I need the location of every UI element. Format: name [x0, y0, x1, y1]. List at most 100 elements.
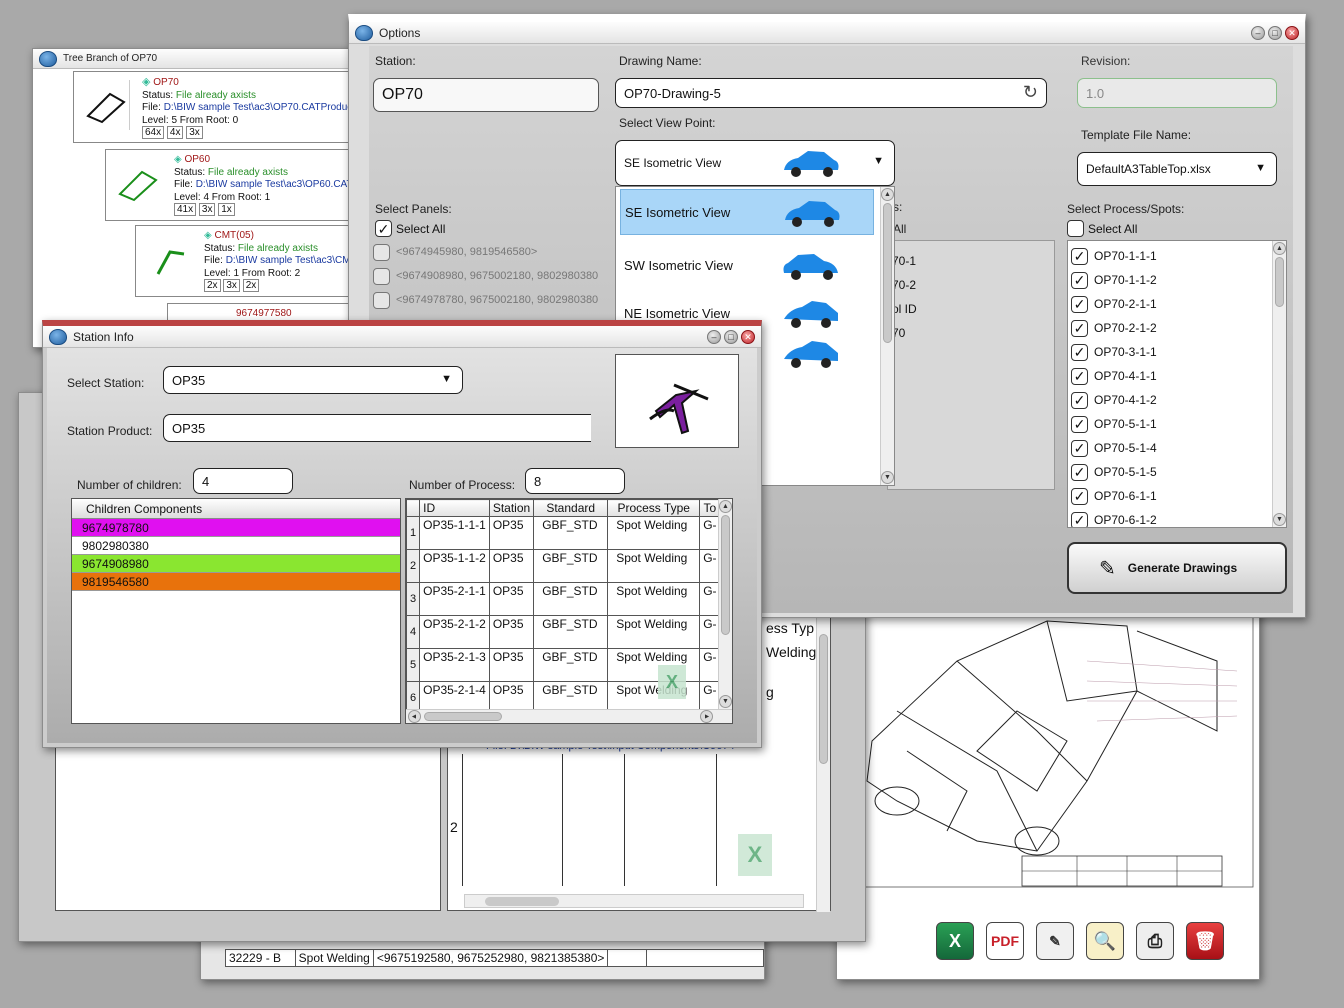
process-list-item[interactable]: ✓ OP70-1-1-1	[1071, 244, 1271, 268]
checkbox-checked[interactable]: ✓	[1071, 367, 1088, 385]
delete-icon: 🗑	[1193, 930, 1217, 951]
chevron-down-icon: ▼	[873, 155, 884, 167]
process-list-item[interactable]: ✓ OP70-5-1-5	[1071, 460, 1271, 484]
checkbox-unchecked[interactable]	[1067, 220, 1084, 237]
station-field[interactable]: OP70	[373, 78, 599, 112]
back-vertical-scrollbar[interactable]	[816, 614, 830, 912]
children-list-item[interactable]: 9674908980	[72, 555, 400, 573]
car-body-drawing	[838, 604, 1254, 888]
table-row[interactable]: 3 OP35-2-1-1 OP35 GBF_STD Spot Welding G-	[406, 582, 721, 616]
list-item[interactable]: <9674978780, 9675002180, 9802980380	[373, 288, 615, 312]
checkbox-checked[interactable]: ✓	[1071, 271, 1088, 289]
table-cell: OP35	[488, 549, 535, 583]
process-table-vscroll[interactable]: ▲ ▼	[718, 499, 732, 709]
delete-button[interactable]: 🗑	[1186, 922, 1224, 960]
process-list-item[interactable]: ✓ OP70-1-1-2	[1071, 268, 1271, 292]
column-header[interactable]: ID	[419, 499, 490, 517]
refresh-icon[interactable]: ↻	[1023, 82, 1038, 103]
process-list-item[interactable]: ✓ OP70-6-1-1	[1071, 484, 1271, 508]
process-list: ✓ OP70-1-1-1 ✓ OP70-1-1-2 ✓ OP70-2-1-1 ✓ OP70-2…	[1067, 240, 1287, 528]
checkbox-checked[interactable]: ✓	[1071, 295, 1088, 313]
checkbox-checked[interactable]: ✓	[1071, 415, 1088, 433]
process-select-all[interactable]: Select All	[1067, 220, 1137, 237]
drawing-name-input[interactable]: OP70-Drawing-5 ↻	[615, 78, 1047, 108]
minimize-button[interactable]: –	[1251, 26, 1265, 40]
children-list-item[interactable]: 9819546580	[72, 573, 400, 591]
station-product-field[interactable]: OP35	[163, 414, 591, 442]
excel-export-button[interactable]: X	[936, 922, 974, 960]
process-list-item[interactable]: ✓ OP70-6-1-2	[1071, 508, 1271, 527]
view-point-label: Select View Point:	[619, 116, 716, 130]
column-header[interactable]: To	[699, 499, 721, 517]
drawing-button[interactable]: ✎	[1036, 922, 1074, 960]
process-list-item[interactable]: ✓ OP70-4-1-1	[1071, 364, 1271, 388]
checkbox-checked[interactable]: ✓	[1071, 343, 1088, 361]
maximize-button[interactable]: □	[1268, 26, 1282, 40]
process-list-item[interactable]: ✓ OP70-5-1-4	[1071, 436, 1271, 460]
hidden-column-list: 70-1 70-2 ol ID 70	[887, 240, 1055, 490]
table-cell: Spot Welding	[607, 615, 701, 649]
table-row[interactable]: 32229 - B Spot Welding <9675192580, 9675…	[225, 949, 764, 967]
bottom-table-id: 32229 - B	[225, 949, 296, 967]
panels-label: Select Panels:	[375, 202, 452, 216]
select-station-label: Select Station:	[67, 376, 145, 390]
column-header[interactable]: Station	[488, 499, 535, 517]
bottom-table: 32229 - B Spot Welding <9675192580, 9675…	[225, 949, 764, 967]
select-station-dropdown[interactable]: OP35 ▼	[163, 366, 463, 394]
generate-drawings-button[interactable]: ✎ Generate Drawings	[1067, 542, 1287, 594]
process-list-item[interactable]: ✓ OP70-4-1-2	[1071, 388, 1271, 412]
dropdown-scrollbar[interactable]: ▲ ▼	[880, 187, 894, 485]
panels-select-all[interactable]: ✓ Select All	[375, 220, 445, 237]
open-folder-button[interactable]: 🔍	[1086, 922, 1124, 960]
checkbox-checked[interactable]: ✓	[1071, 247, 1088, 265]
table-row[interactable]: 4 OP35-2-1-2 OP35 GBF_STD Spot Welding G-	[406, 615, 721, 649]
pdf-export-button[interactable]: PDF	[986, 922, 1024, 960]
revision-field[interactable]: 1.0	[1077, 78, 1277, 108]
table-cell: Spot Welding	[607, 549, 701, 583]
checkbox-checked[interactable]: ✓	[1071, 463, 1088, 481]
process-label: Select Process/Spots:	[1067, 202, 1185, 216]
print-button[interactable]: ⎙	[1136, 922, 1174, 960]
checkbox-checked[interactable]: ✓	[1071, 439, 1088, 457]
view-option-se[interactable]: SE Isometric View	[620, 189, 874, 235]
view-option-sw[interactable]: SW Isometric View	[624, 245, 874, 285]
close-button[interactable]: ✕	[1285, 26, 1299, 40]
children-count-field[interactable]: 4	[193, 468, 293, 494]
checkbox-checked[interactable]: ✓	[1071, 391, 1088, 409]
process-scrollbar[interactable]: ▲ ▼	[1272, 241, 1286, 527]
tree-node-op60[interactable]: ◈ OP60 Status: File already axists File:…	[105, 149, 385, 221]
bottom-table-value: <9675192580, 9675252980, 9821385380>	[372, 949, 609, 967]
maximize-button[interactable]: □	[724, 330, 738, 344]
children-list-item[interactable]: 9674978780	[72, 519, 400, 537]
process-list-item[interactable]: ✓ OP70-3-1-1	[1071, 340, 1271, 364]
checkbox-checked[interactable]: ✓	[1071, 511, 1088, 527]
list-item[interactable]: <9674945980, 9819546580>	[373, 240, 615, 264]
process-list-item[interactable]: ✓ OP70-2-1-2	[1071, 316, 1271, 340]
row-number: 2	[406, 549, 421, 583]
column-header[interactable]: Standard	[533, 499, 609, 517]
template-dropdown[interactable]: DefaultA3TableTop.xlsx ▼	[1077, 152, 1277, 186]
checkbox-checked[interactable]: ✓	[1071, 487, 1088, 505]
minimize-button[interactable]: –	[707, 330, 721, 344]
drawing-name-value: OP70-Drawing-5	[624, 85, 721, 101]
checkbox-checked[interactable]: ✓	[375, 220, 392, 237]
back-horizontal-scrollbar[interactable]	[464, 894, 804, 908]
checkbox-checked[interactable]: ✓	[1071, 319, 1088, 337]
table-row[interactable]: 2 OP35-1-1-2 OP35 GBF_STD Spot Welding G-	[406, 549, 721, 583]
list-item[interactable]: <9674908980, 9675002180, 9802980380	[373, 264, 615, 288]
process-list-item[interactable]: ✓ OP70-2-1-1	[1071, 292, 1271, 316]
station-preview-image	[615, 354, 739, 448]
close-button[interactable]: ✕	[741, 330, 755, 344]
process-count-field[interactable]: 8	[525, 468, 625, 494]
table-row[interactable]: 1 OP35-1-1-1 OP35 GBF_STD Spot Welding G-	[406, 516, 721, 550]
table-cell: GBF_STD	[533, 516, 609, 550]
view-point-dropdown[interactable]: SE Isometric View ▼	[615, 140, 895, 186]
process-table-panel: ID Station Standard Process Type To 1 OP35-1-…	[405, 498, 733, 724]
table-cell: OP35	[488, 648, 535, 682]
column-header[interactable]: Process Type	[607, 499, 701, 517]
excel-watermark-icon: X	[738, 834, 772, 876]
tree-node-op70[interactable]: ◈ OP70 Status: File already axists File:…	[73, 71, 373, 143]
children-list-item[interactable]: 9802980380	[72, 537, 400, 555]
process-list-item[interactable]: ✓ OP70-5-1-1	[1071, 412, 1271, 436]
process-table-hscroll[interactable]: ▲ ▲	[406, 709, 732, 723]
